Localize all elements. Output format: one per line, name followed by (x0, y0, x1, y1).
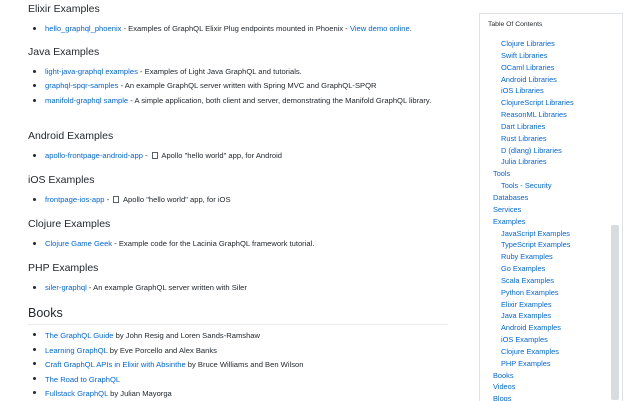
section-php-examples: PHP Examples siler-graphql - An example … (28, 262, 448, 293)
toc-item-reasonml-libraries[interactable]: ReasonML Libraries (480, 109, 610, 121)
toc-title: Table Of Contents (488, 21, 543, 28)
toc-item-go-examples[interactable]: Go Examples (480, 263, 610, 275)
list-item: The GraphQL Guide by John Resig and Lore… (28, 329, 448, 344)
toc-item-elixir-examples[interactable]: Elixir Examples (480, 299, 610, 311)
readme-content: Elixir Examples hello_graphql_phoenix - … (0, 0, 460, 400)
toc-item-typescript-examples[interactable]: TypeScript Examples (480, 239, 610, 251)
link-clojure-game-geek[interactable]: Clojure Game Geek (45, 239, 112, 248)
section-books: Books (28, 306, 448, 320)
toc-item-clojure-examples[interactable]: Clojure Examples (480, 346, 610, 358)
toc-list: Clojure Libraries Swift Libraries OCaml Li… (480, 38, 610, 401)
link-hello-graphql-phoenix[interactable]: hello_graphql_phoenix (45, 24, 121, 33)
document-icon (151, 152, 158, 159)
document-icon (113, 196, 120, 203)
toc-item-scala-examples[interactable]: Scala Examples (480, 275, 610, 287)
toc-item-services[interactable]: Services (480, 204, 610, 216)
toc-item-ocaml-libraries[interactable]: OCaml Libraries (480, 62, 610, 74)
toc-item-clojure-libraries[interactable]: Clojure Libraries (480, 38, 610, 50)
section-clojure-examples: Clojure Examples Clojure Game Geek - Exa… (28, 218, 448, 249)
list-item: Craft GraphQL APIs in Elixir with Absint… (28, 358, 448, 373)
toc-item-android-examples[interactable]: Android Examples (480, 322, 610, 334)
link-siler-graphql[interactable]: siler-graphql (45, 283, 87, 292)
toc-item-books[interactable]: Books (480, 370, 610, 382)
toc-item-dart-libraries[interactable]: Dart Libraries (480, 121, 610, 133)
link-the-graphql-guide[interactable]: The GraphQL Guide (45, 331, 114, 340)
section-elixir-examples: Elixir Examples hello_graphql_phoenix - … (28, 3, 448, 34)
link-frontpage-ios-app[interactable]: frontpage-ios-app (45, 195, 105, 204)
toc-scrollbar[interactable] (611, 225, 619, 400)
list-item: Learning GraphQL by Eve Porcello and Ale… (28, 344, 448, 359)
section-java-examples: Java Examples light-java-graphql example… (28, 46, 448, 106)
table-of-contents: Table Of Contents Clojure Libraries Swift… (479, 13, 623, 401)
toc-item-examples[interactable]: Examples (480, 216, 610, 228)
toc-item-videos[interactable]: Videos (480, 381, 610, 393)
list-item: frontpage-ios-app - Apollo "hello world"… (28, 194, 448, 205)
toc-item-databases[interactable]: Databases (480, 192, 610, 204)
toc-item-php-examples[interactable]: PHP Examples (480, 358, 610, 370)
section-android-examples: Android Examples apollo-frontpage-androi… (28, 130, 448, 161)
toc-item-d-dlang-libraries[interactable]: D (dlang) Libraries (480, 145, 610, 157)
heading-java-examples: Java Examples (28, 46, 100, 58)
link-view-demo-online[interactable]: View demo online (350, 24, 410, 33)
toc-item-clojurescript-libraries[interactable]: ClojureScript Libraries (480, 97, 610, 109)
heading-elixir-examples: Elixir Examples (28, 3, 100, 15)
toc-item-tools[interactable]: Tools (480, 168, 610, 180)
link-fullstack-graphql[interactable]: Fullstack GraphQL (45, 389, 108, 398)
list-item: hello_graphql_phoenix - Examples of Grap… (28, 23, 448, 34)
list-item: The Road to GraphQL (28, 373, 448, 388)
list-item: graphql-spqr-samples - An example GraphQ… (28, 80, 448, 91)
toc-item-android-libraries[interactable]: Android Libraries (480, 74, 610, 86)
list-item: light-java-graphql examples - Examples o… (28, 66, 448, 77)
list-item: Clojure Game Geek - Example code for the… (28, 238, 448, 249)
list-item: apollo-frontpage-android-app - Apollo "h… (28, 150, 448, 161)
list-item: siler-graphql - An example GraphQL serve… (28, 282, 448, 293)
toc-item-ios-libraries[interactable]: iOS Libraries (480, 85, 610, 97)
link-apollo-frontpage-android-app[interactable]: apollo-frontpage-android-app (45, 151, 143, 160)
toc-item-swift-libraries[interactable]: Swift Libraries (480, 50, 610, 62)
heading-ios-examples: iOS Examples (28, 174, 95, 186)
link-craft-graphql-apis[interactable]: Craft GraphQL APIs in Elixir with Absint… (45, 360, 186, 369)
toc-item-tools-security[interactable]: Tools - Security (480, 180, 610, 192)
toc-item-javascript-examples[interactable]: JavaScript Examples (480, 228, 610, 240)
books-list: The GraphQL Guide by John Resig and Lore… (28, 329, 448, 400)
list-item: manifold-graphql sample - A simple appli… (28, 95, 448, 106)
section-ios-examples: iOS Examples frontpage-ios-app - Apollo … (28, 174, 448, 205)
toc-item-julia-libraries[interactable]: Julia Libraries (480, 156, 610, 168)
toc-item-python-examples[interactable]: Python Examples (480, 287, 610, 299)
heading-clojure-examples: Clojure Examples (28, 218, 111, 230)
link-learning-graphql[interactable]: Learning GraphQL (45, 346, 108, 355)
link-graphql-spqr-samples[interactable]: graphql-spqr-samples (45, 81, 118, 90)
toc-item-ios-examples[interactable]: iOS Examples (480, 334, 610, 346)
heading-php-examples: PHP Examples (28, 262, 99, 274)
toc-item-java-examples[interactable]: Java Examples (480, 310, 610, 322)
heading-books: Books (28, 306, 63, 320)
link-the-road-to-graphql[interactable]: The Road to GraphQL (45, 375, 120, 384)
list-item: Fullstack GraphQL by Julian Mayorga (28, 387, 448, 400)
link-light-java-graphql[interactable]: light-java-graphql examples (45, 67, 138, 76)
toc-item-ruby-examples[interactable]: Ruby Examples (480, 251, 610, 263)
toc-item-rust-libraries[interactable]: Rust Libraries (480, 133, 610, 145)
link-manifold-graphql-sample[interactable]: manifold-graphql sample (45, 96, 128, 105)
heading-android-examples: Android Examples (28, 130, 114, 142)
divider (28, 324, 448, 325)
